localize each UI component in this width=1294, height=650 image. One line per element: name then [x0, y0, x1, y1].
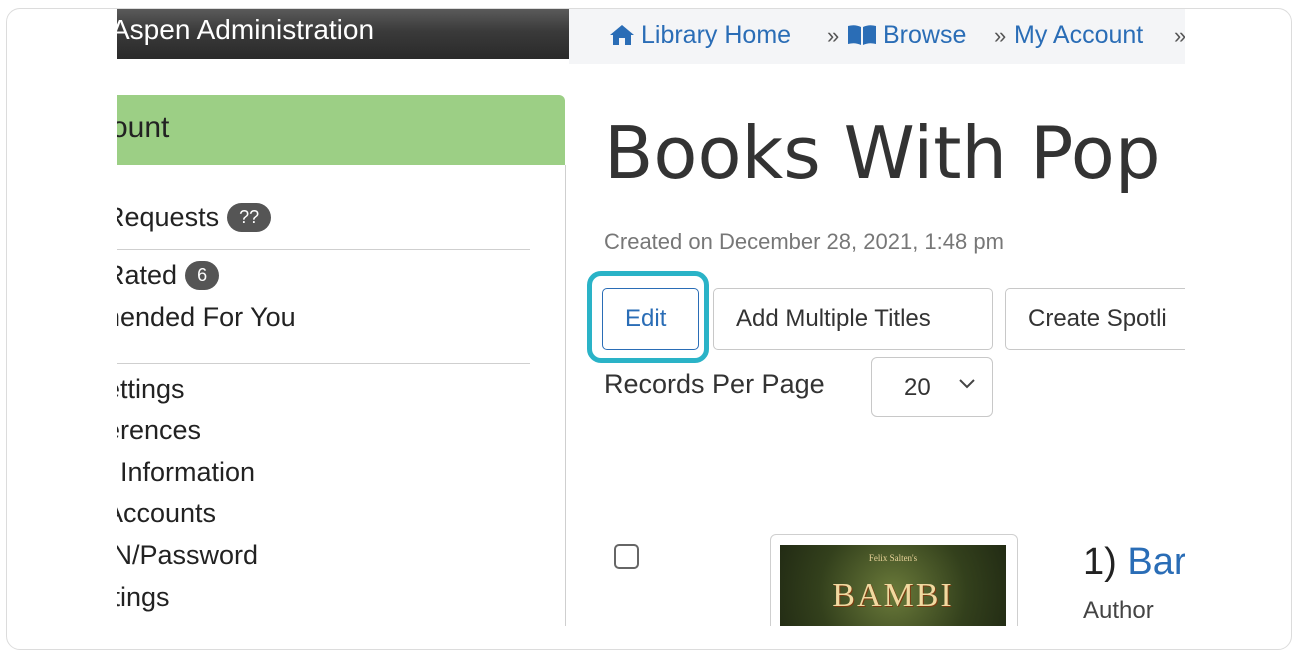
create-spotlight-button[interactable]: Create Spotli: [1005, 288, 1185, 350]
breadcrumb: Library Home » Browse » My Account »: [569, 9, 1185, 64]
breadcrumb-separator: »: [827, 23, 840, 48]
admin-bar[interactable]: Aspen Administration: [117, 9, 569, 59]
chevron-down-icon: [959, 379, 975, 389]
records-per-page-value: 20: [904, 374, 931, 401]
page-title: Books With Pop: [604, 111, 1161, 195]
account-menu-header[interactable]: ount: [117, 95, 565, 165]
book-icon: [848, 25, 876, 45]
home-icon: [610, 25, 634, 45]
cover-title-text: BAMBI: [832, 577, 954, 614]
sidebar-item-settings[interactable]: ettings: [117, 374, 185, 405]
sidebar-item-other-settings[interactable]: ttings: [117, 582, 170, 613]
requests-count-badge: ??: [227, 203, 272, 232]
breadcrumb-browse[interactable]: Browse: [847, 21, 966, 50]
sidebar-divider: [117, 249, 530, 250]
sidebar-divider: [117, 363, 530, 364]
add-multiple-titles-button[interactable]: Add Multiple Titles: [713, 288, 993, 350]
records-per-page-select[interactable]: 20: [871, 357, 993, 417]
result-author-label: Author: [1083, 597, 1154, 624]
breadcrumb-my-account[interactable]: My Account: [1014, 21, 1143, 50]
sidebar-item-pin-password[interactable]: IN/Password: [117, 540, 258, 571]
sidebar-item-linked-accounts[interactable]: Accounts: [117, 498, 216, 529]
edit-button-highlight: [587, 271, 709, 363]
admin-bar-title[interactable]: Aspen Administration: [117, 9, 374, 51]
sidebar-item-recommended[interactable]: nended For You: [117, 302, 296, 333]
cover-author-text: Felix Salten's: [868, 553, 918, 563]
records-per-page-label: Records Per Page: [604, 369, 825, 399]
page-viewport: Aspen Administration Library Home » Brow…: [117, 9, 1185, 626]
breadcrumb-separator: »: [994, 23, 1007, 48]
rated-count-badge: 6: [185, 261, 220, 290]
sidebar-item-requests[interactable]: Requests??: [117, 202, 272, 233]
result-number: 1): [1083, 541, 1117, 583]
result-title[interactable]: 1) Bar: [1083, 541, 1185, 584]
sidebar-item-rated[interactable]: Rated6: [117, 260, 220, 291]
account-menu-header-label: ount: [117, 111, 170, 144]
book-cover-frame[interactable]: Felix Salten's BAMBI: [770, 534, 1018, 626]
book-cover-image[interactable]: Felix Salten's BAMBI: [780, 545, 1006, 626]
list-created-date: Created on December 28, 2021, 1:48 pm: [604, 229, 1004, 254]
breadcrumb-library-home[interactable]: Library Home: [609, 21, 791, 50]
sidebar-item-contact-information[interactable]: : Information: [117, 457, 255, 488]
result-title-link[interactable]: Bar: [1127, 541, 1185, 583]
result-select-checkbox[interactable]: [614, 544, 639, 569]
sidebar-item-preferences[interactable]: erences: [117, 415, 201, 446]
breadcrumb-separator: »: [1174, 23, 1185, 49]
